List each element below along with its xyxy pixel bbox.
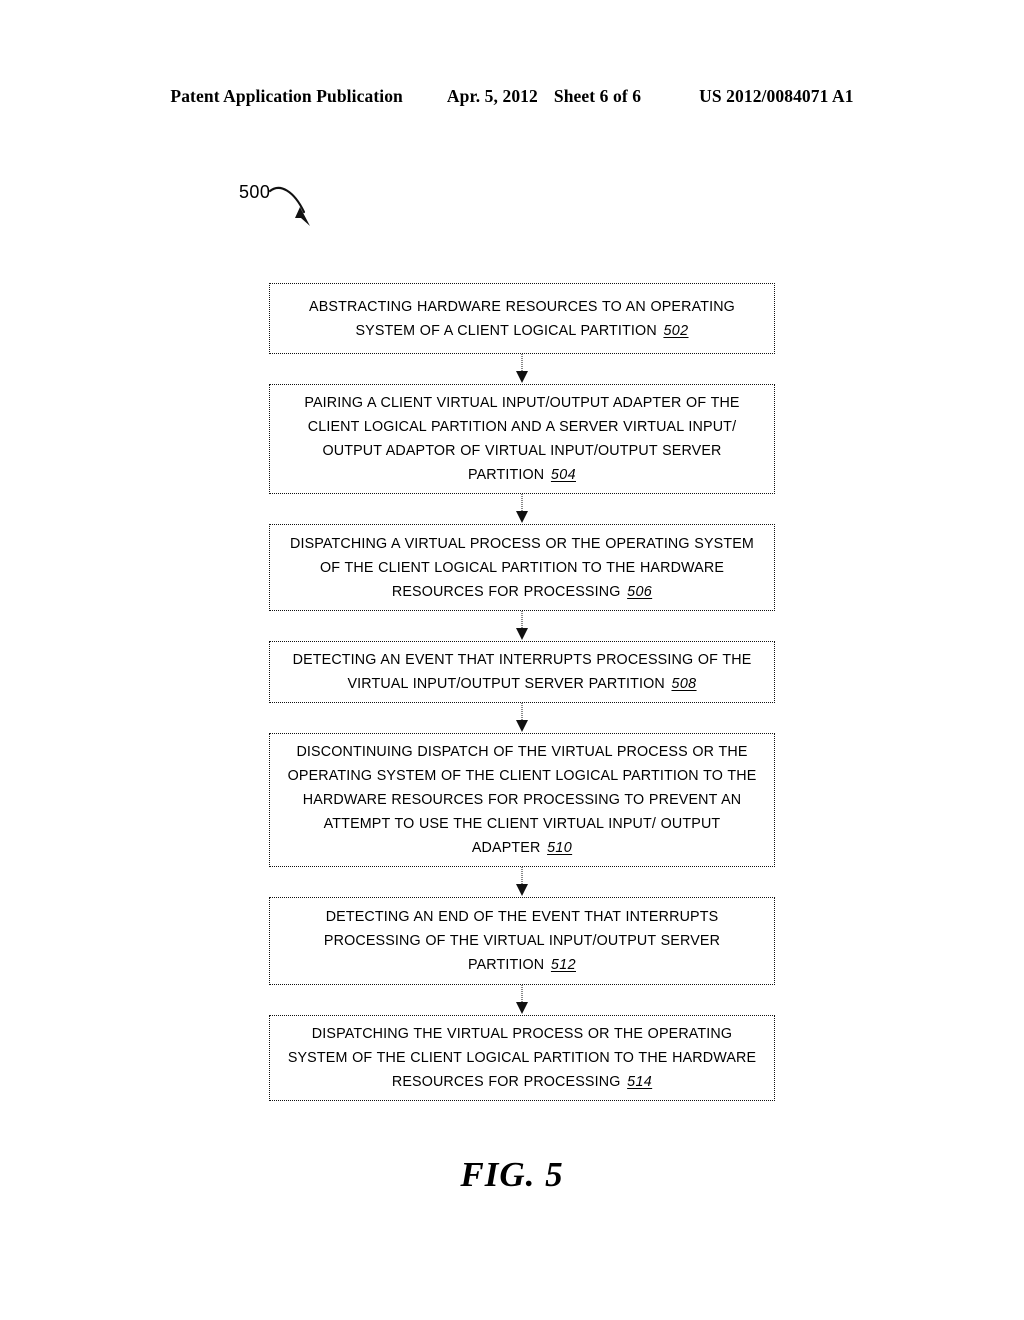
- figure-reference-number: 500: [239, 182, 271, 202]
- arrowhead-icon: [516, 511, 528, 523]
- figure-caption: FIG. 5: [460, 1155, 564, 1194]
- flow-step-510-ref: 510: [547, 840, 573, 856]
- flowchart: ABSTRACTING HARDWARE RESOURCES TO AN OPE…: [269, 283, 775, 1101]
- flow-connector-502-504: [269, 354, 775, 384]
- flow-connector-504-506: [269, 494, 775, 524]
- flow-connector-512-514: [269, 985, 775, 1015]
- flow-step-506-ref: 506: [627, 583, 653, 600]
- flow-step-504[interactable]: PAIRING A CLIENT VIRTUAL INPUT/OUTPUT AD…: [269, 384, 775, 494]
- flow-step-512-text: DETECTING AN END OF THE EVENT THAT INTER…: [323, 909, 721, 973]
- flow-connector-506-508: [269, 611, 775, 641]
- flow-step-510[interactable]: DISCONTINUING DISPATCH OF THE VIRTUAL PR…: [269, 733, 775, 867]
- flow-step-514-text: DISPATCHING THE VIRTUAL PROCESS OR THE O…: [287, 1026, 757, 1090]
- arrowhead-icon: [516, 1002, 528, 1014]
- flow-step-506-text: DISPATCHING A VIRTUAL PROCESS OR THE OPE…: [289, 535, 754, 600]
- flow-step-502[interactable]: ABSTRACTING HARDWARE RESOURCES TO AN OPE…: [269, 283, 775, 354]
- flow-step-514[interactable]: DISPATCHING THE VIRTUAL PROCESS OR THE O…: [269, 1015, 775, 1101]
- patent-number: US 2012/0084071 A1: [699, 86, 854, 106]
- figure-leader-arrow-icon: [268, 186, 310, 226]
- flow-step-508[interactable]: DETECTING AN EVENT THAT INTERRUPTS PROCE…: [269, 641, 775, 703]
- flow-step-502-ref: 502: [663, 322, 689, 339]
- flow-step-512-ref: 512: [550, 957, 576, 973]
- arrowhead-icon: [516, 628, 528, 640]
- flow-step-502-text: ABSTRACTING HARDWARE RESOURCES TO AN OPE…: [309, 298, 735, 339]
- arrowhead-icon: [516, 720, 528, 732]
- flow-step-504-ref: 504: [550, 467, 576, 483]
- publication-type-label: Patent Application Publication: [170, 86, 403, 106]
- flow-step-512[interactable]: DETECTING AN END OF THE EVENT THAT INTER…: [269, 897, 775, 985]
- flow-step-504-text: PAIRING A CLIENT VIRTUAL INPUT/OUTPUT AD…: [304, 395, 740, 483]
- arrowhead-icon: [516, 371, 528, 383]
- flow-step-508-ref: 508: [671, 676, 697, 692]
- flow-step-510-text: DISCONTINUING DISPATCH OF THE VIRTUAL PR…: [287, 744, 757, 856]
- publication-date: Apr. 5, 2012: [446, 86, 538, 106]
- arrowhead-icon: [516, 884, 528, 896]
- flow-connector-510-512: [269, 867, 775, 897]
- flow-connector-508-510: [269, 703, 775, 733]
- flow-step-508-text: DETECTING AN EVENT THAT INTERRUPTS PROCE…: [292, 652, 752, 692]
- patent-header: Patent Application Publication Apr. 5, 2…: [0, 86, 1024, 107]
- sheet-number: Sheet 6 of 6: [553, 86, 642, 106]
- flow-step-506[interactable]: DISPATCHING A VIRTUAL PROCESS OR THE OPE…: [269, 524, 775, 611]
- flow-step-514-ref: 514: [627, 1074, 653, 1090]
